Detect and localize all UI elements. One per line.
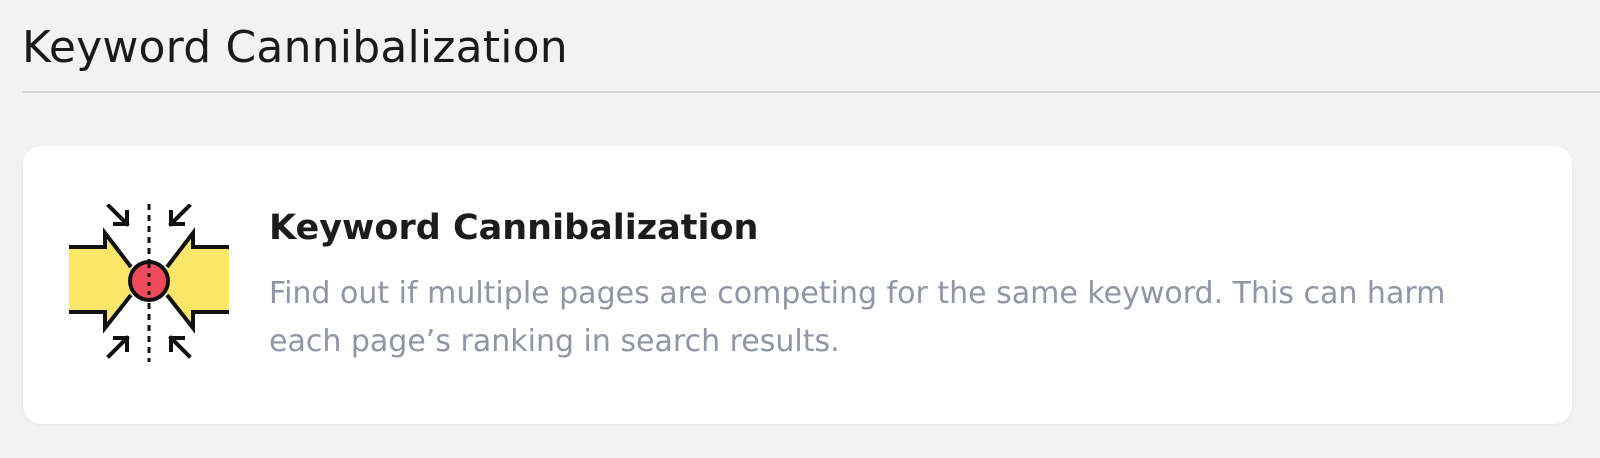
card-description: Find out if multiple pages are competing… xyxy=(269,276,1446,359)
keyword-cannibalization-card[interactable]: Keyword Cannibalization Find out if mult… xyxy=(23,146,1572,424)
converging-arrows-target-icon xyxy=(69,204,229,362)
page-title: Keyword Cannibalization xyxy=(22,22,568,73)
page-header: Keyword Cannibalization xyxy=(22,0,1600,93)
card-title: Keyword Cannibalization xyxy=(269,208,759,248)
